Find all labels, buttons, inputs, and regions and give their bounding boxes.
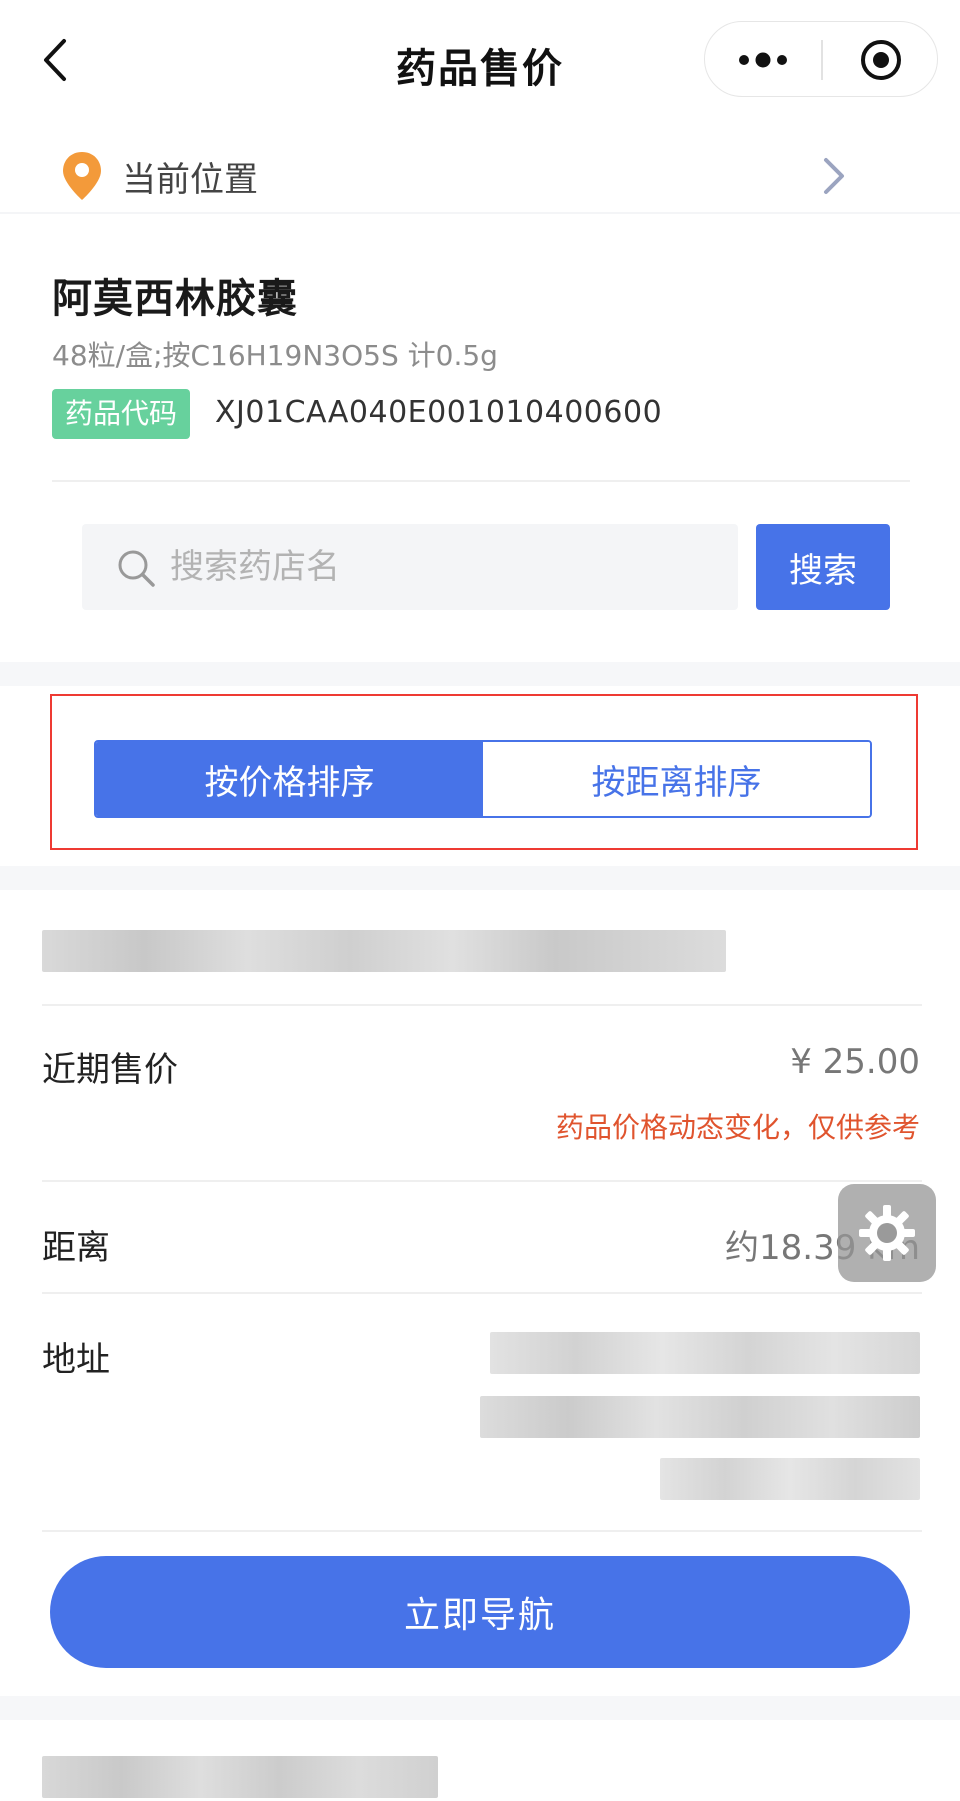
address-label: 地址 [42,1340,110,1380]
row-divider [42,1004,922,1006]
location-label: 当前位置 [122,160,258,200]
location-pin-icon [63,152,101,200]
section-gap [0,662,960,686]
current-location-row[interactable]: 当前位置 [0,130,960,214]
distance-label: 距离 [42,1228,110,1268]
divider [52,480,910,482]
sort-by-distance-tab[interactable]: 按距离排序 [483,742,870,816]
close-mini-program-button[interactable] [823,22,939,98]
section-gap [0,866,960,890]
drug-code-value: XJ01CAA040E001010400600 [215,395,663,430]
sort-by-price-tab[interactable]: 按价格排序 [96,742,483,816]
floating-settings-button[interactable] [838,1184,936,1282]
row-divider [42,1180,922,1182]
search-box[interactable] [82,524,738,610]
navigation-bar: 药品售价 [0,0,960,120]
price-disclaimer: 药品价格动态变化，仅供参考 [555,1111,920,1144]
row-divider [42,1530,922,1532]
redacted-pharmacy-name [42,930,726,972]
sort-segmented-control: 按价格排序 按距离排序 [94,740,872,818]
price-label: 近期售价 [42,1050,178,1090]
redacted-address-line [480,1396,920,1438]
price-value: ¥ 25.00 [790,1042,920,1082]
search-icon [118,550,155,587]
redacted-address-line [660,1458,920,1500]
chevron-right-icon [824,158,844,194]
search-button[interactable]: 搜索 [756,524,890,610]
drug-code-tag: 药品代码 [52,389,191,439]
drug-spec: 48粒/盒;按C16H19N3O5S 计0.5g [52,339,498,372]
redacted-pharmacy-name [42,1756,438,1798]
drug-name: 阿莫西林胶囊 [52,276,298,322]
gear-icon [859,1205,915,1261]
sort-highlight-frame: 按价格排序 按距离排序 [50,694,918,850]
navigate-button[interactable]: 立即导航 [50,1556,910,1668]
mini-program-capsule [704,21,938,97]
target-close-icon [861,40,901,80]
more-dots-icon [739,52,787,68]
more-menu-button[interactable] [705,22,821,98]
row-divider [42,1292,922,1294]
section-gap [0,1696,960,1720]
search-input[interactable] [170,524,710,610]
redacted-address-line [490,1332,920,1374]
